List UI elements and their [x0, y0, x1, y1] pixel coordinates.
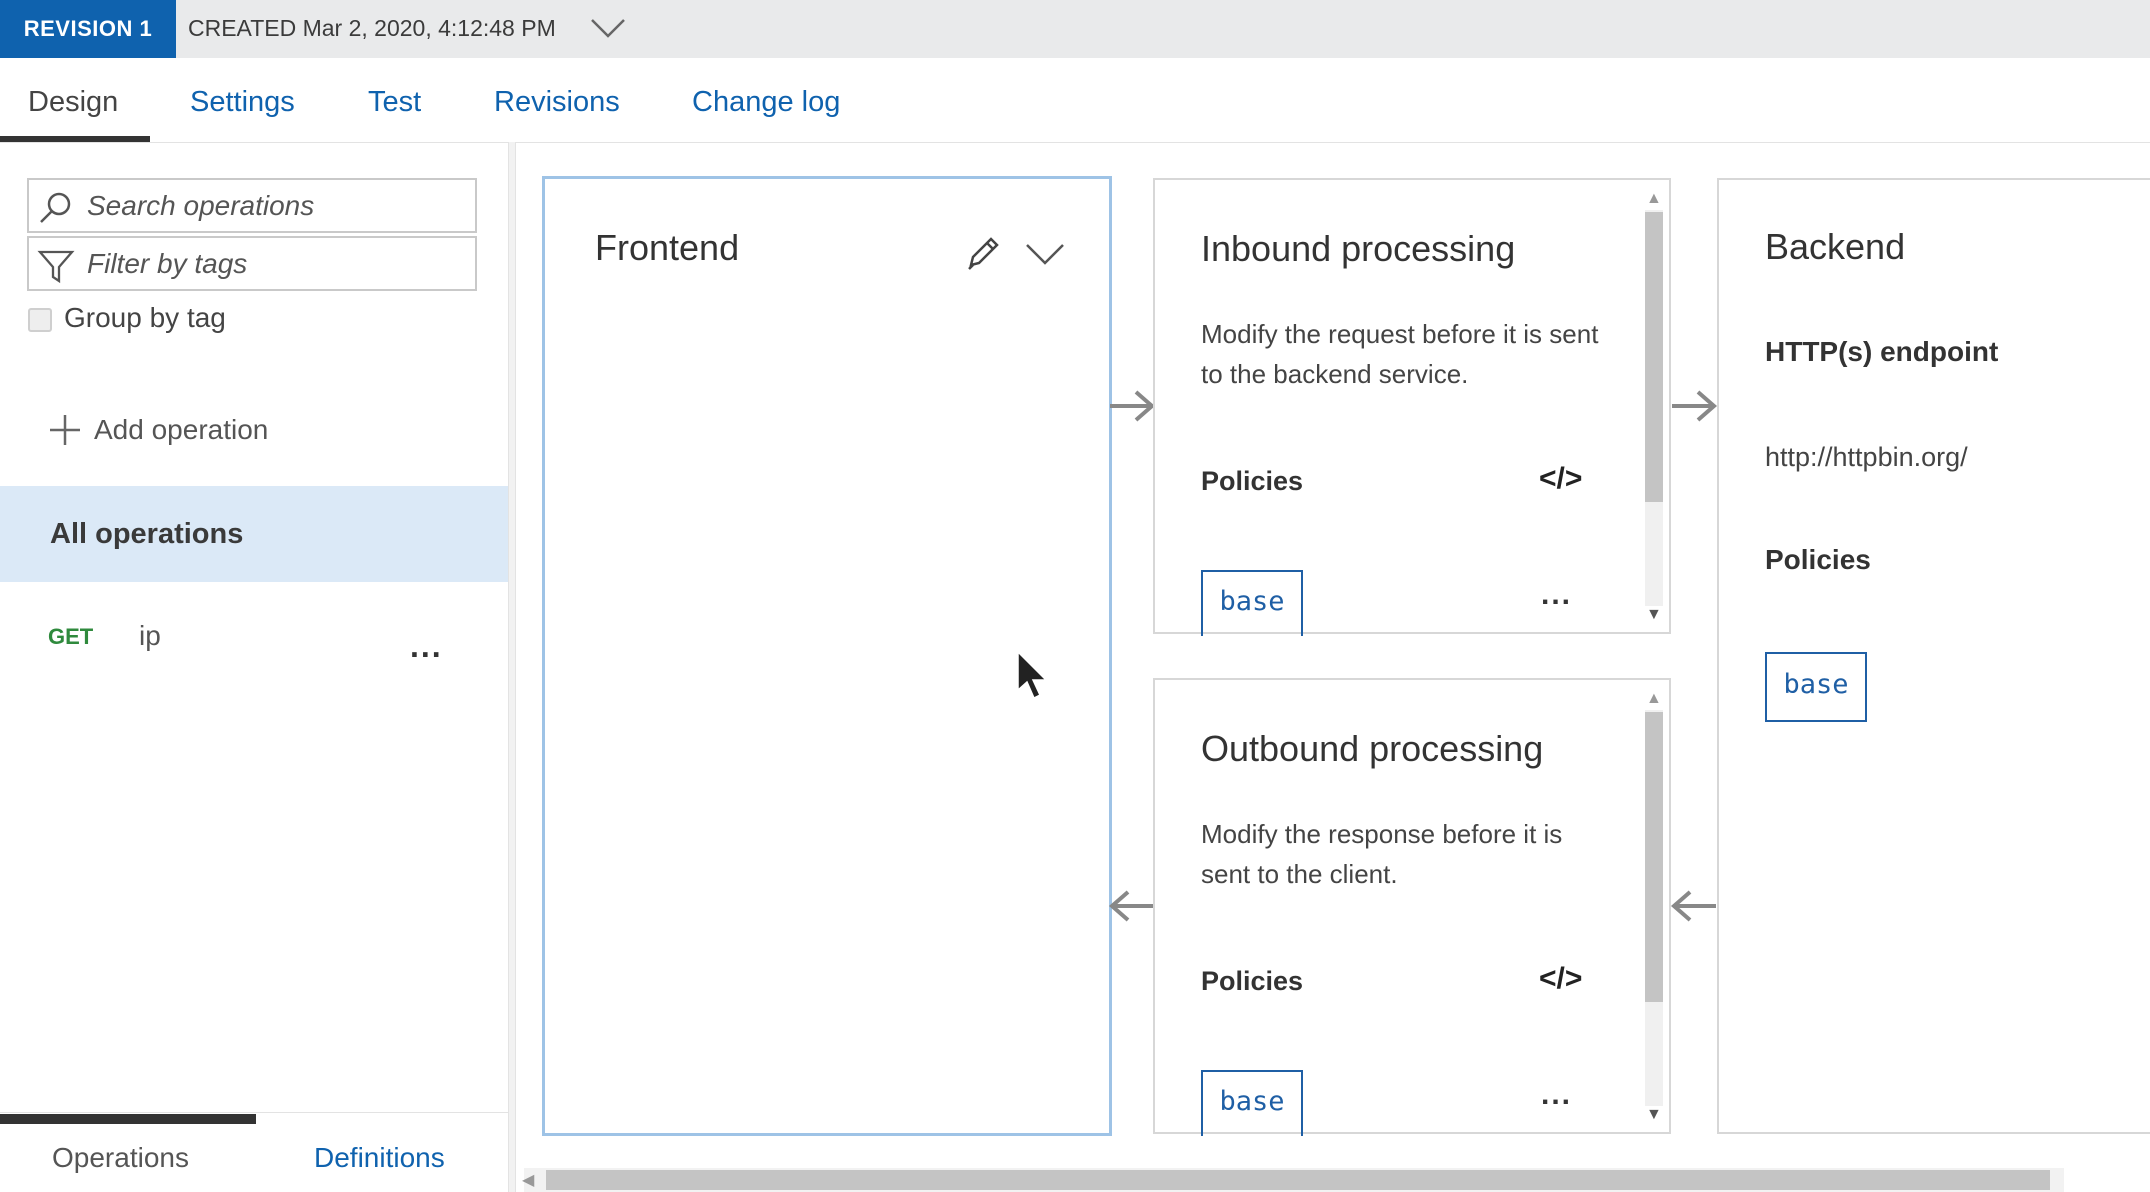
outbound-description: Modify the response before it is sent to… — [1201, 819, 1563, 889]
scroll-down-icon[interactable]: ▼ — [1646, 606, 1662, 624]
group-by-tag-label: Group by tag — [64, 302, 226, 333]
filter-placeholder: Filter by tags — [87, 248, 248, 279]
bottom-tab-definitions[interactable]: Definitions — [314, 1142, 445, 1174]
code-editor-icon[interactable]: </> — [1539, 462, 1582, 496]
inbound-processing-panel[interactable]: Inbound processing Modify the request be… — [1153, 178, 1671, 636]
search-icon — [40, 192, 71, 223]
scroll-left-icon[interactable]: ◀ — [522, 1170, 534, 1190]
backend-policies-label: Policies — [1765, 544, 1871, 575]
outbound-more-button[interactable]: ... — [1541, 1078, 1572, 1112]
chevron-down-icon[interactable] — [1025, 241, 1065, 267]
plus-icon — [50, 415, 80, 445]
backend-title: Backend — [1765, 226, 1906, 267]
inbound-scrollbar[interactable]: ▲ ▼ — [1641, 188, 1667, 628]
filter-tags-input[interactable]: Filter by tags — [27, 236, 477, 291]
inbound-policies-label: Policies — [1201, 466, 1304, 496]
policy-chip-base[interactable]: base — [1201, 1070, 1303, 1136]
arrow-right-icon — [1672, 390, 1718, 422]
inbound-description: Modify the request before it is sent to … — [1201, 319, 1599, 389]
code-editor-icon[interactable]: </> — [1539, 962, 1582, 996]
all-operations-item[interactable]: All operations — [0, 486, 508, 582]
scroll-up-icon[interactable]: ▲ — [1646, 190, 1662, 208]
arrow-right-icon — [1110, 390, 1156, 422]
inbound-title: Inbound processing — [1201, 228, 1516, 269]
outbound-scrollbar[interactable]: ▲ ▼ — [1641, 688, 1667, 1128]
backend-panel[interactable]: Backend HTTP(s) endpoint http://httpbin.… — [1717, 178, 2150, 1134]
scroll-down-icon[interactable]: ▼ — [1646, 1106, 1662, 1124]
chevron-down-icon[interactable] — [590, 14, 626, 42]
horizontal-scrollbar-thumb[interactable] — [546, 1170, 2050, 1190]
bottom-tab-operations[interactable]: Operations — [52, 1142, 189, 1174]
tab-change-log[interactable]: Change log — [692, 86, 840, 119]
bottom-tabs-divider — [0, 1112, 508, 1113]
operation-name[interactable]: ip — [139, 620, 161, 652]
group-by-tag-checkbox[interactable] — [28, 308, 52, 332]
active-bottom-tab-indicator — [0, 1114, 256, 1124]
tab-settings[interactable]: Settings — [190, 86, 295, 119]
scrollbar-thumb[interactable] — [1645, 212, 1663, 502]
all-operations-label: All operations — [50, 518, 244, 550]
scrollbar-thumb[interactable] — [1645, 712, 1663, 1002]
scroll-up-icon[interactable]: ▲ — [1646, 690, 1662, 708]
inbound-more-button[interactable]: ... — [1541, 578, 1572, 612]
operation-more-button[interactable]: ... — [410, 628, 443, 665]
add-operation-label: Add operation — [94, 414, 269, 445]
add-operation-button[interactable]: Add operation — [48, 410, 268, 450]
search-input[interactable]: Search operations — [27, 178, 477, 233]
tab-divider — [0, 142, 2150, 143]
outbound-policies-label: Policies — [1201, 966, 1304, 996]
backend-endpoint-url: http://httpbin.org/ — [1765, 442, 1968, 472]
pane-splitter[interactable] — [508, 142, 516, 1192]
backend-endpoint-label: HTTP(s) endpoint — [1765, 336, 1999, 367]
operation-method-badge: GET — [48, 624, 94, 649]
mouse-cursor-icon — [1017, 650, 1048, 700]
policy-chip-base[interactable]: base — [1765, 652, 1867, 722]
search-placeholder: Search operations — [87, 190, 315, 221]
tab-design[interactable]: Design — [28, 86, 118, 119]
tab-test[interactable]: Test — [368, 86, 421, 119]
arrow-left-icon — [1670, 890, 1716, 922]
tab-revisions[interactable]: Revisions — [494, 86, 620, 119]
arrow-left-icon — [1108, 890, 1154, 922]
revision-badge[interactable]: REVISION 1 — [0, 0, 176, 58]
frontend-title: Frontend — [595, 227, 740, 268]
filter-icon — [37, 250, 75, 284]
policy-chip-base[interactable]: base — [1201, 570, 1303, 636]
outbound-title: Outbound processing — [1201, 728, 1544, 769]
pencil-icon[interactable] — [963, 233, 1003, 273]
outbound-processing-panel[interactable]: Outbound processing Modify the response … — [1153, 678, 1671, 1136]
revision-created-text: CREATED Mar 2, 2020, 4:12:48 PM — [188, 15, 556, 41]
